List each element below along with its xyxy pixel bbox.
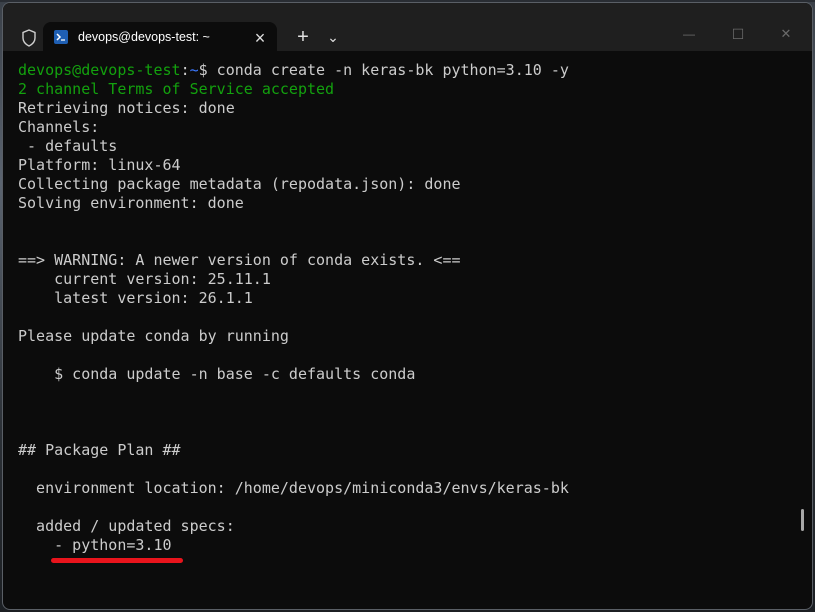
output-line: Retrieving notices: done [18, 99, 235, 117]
command-line: devops@devops-test:~$ conda create -n ke… [18, 61, 798, 80]
output-line: Solving environment: done [18, 194, 244, 212]
shield-icon[interactable] [18, 27, 40, 49]
output-line: ## Package Plan ## [18, 441, 181, 459]
tab-title: devops@devops-test: ~ [78, 30, 210, 44]
output-line: latest version: 26.1.1 [18, 289, 253, 307]
close-window-button[interactable]: ✕ [766, 21, 806, 47]
close-window-icon: ✕ [780, 26, 792, 41]
prompt-separator: : [180, 61, 190, 79]
maximize-button[interactable]: ☐ [718, 21, 758, 47]
chevron-down-icon: ⌄ [327, 29, 339, 45]
tab-terminal[interactable]: devops@devops-test: ~ × [43, 22, 277, 53]
terminal-window: devops@devops-test: ~ × + ⌄ — ☐ ✕ devops… [2, 2, 813, 610]
tos-line: 2 channel Terms of Service accepted [18, 80, 335, 98]
annotation-underline [51, 558, 183, 563]
output-line: ==> WARNING: A newer version of conda ex… [18, 251, 461, 269]
minimize-button[interactable]: — [669, 21, 709, 47]
output-line: - python=3.10 [18, 536, 172, 554]
prompt-symbol: $ [198, 61, 208, 79]
output-line: $ conda update -n base -c defaults conda [18, 365, 416, 383]
output-lines: Retrieving notices: done Channels: - defa… [18, 99, 798, 555]
title-bar[interactable]: devops@devops-test: ~ × + ⌄ — ☐ ✕ [3, 3, 812, 53]
prompt-user-host: devops@devops-test [18, 61, 181, 79]
output-line: - defaults [18, 137, 118, 155]
terminal-output[interactable]: devops@devops-test:~$ conda create -n ke… [18, 61, 798, 555]
output-line: Please update conda by running [18, 327, 289, 345]
prompt-path: ~ [189, 61, 199, 79]
tab-dropdown-button[interactable]: ⌄ [323, 25, 343, 49]
output-line: environment location: /home/devops/minic… [18, 479, 569, 497]
command-text: conda create -n keras-bk python=3.10 -y [207, 61, 569, 79]
output-line: Channels: [18, 118, 100, 136]
minimize-icon: — [683, 27, 695, 41]
maximize-icon: ☐ [731, 25, 745, 42]
new-tab-button[interactable]: + [291, 25, 315, 49]
close-icon: × [254, 28, 266, 48]
output-line: Platform: linux-64 [18, 156, 181, 174]
terminal-icon [54, 30, 68, 44]
output-line: added / updated specs: [18, 517, 235, 535]
output-line: current version: 25.11.1 [18, 270, 271, 288]
output-line: Collecting package metadata (repodata.js… [18, 175, 461, 193]
plus-icon: + [297, 26, 309, 48]
scrollbar-thumb[interactable] [801, 509, 804, 531]
close-tab-button[interactable]: × [250, 28, 270, 48]
